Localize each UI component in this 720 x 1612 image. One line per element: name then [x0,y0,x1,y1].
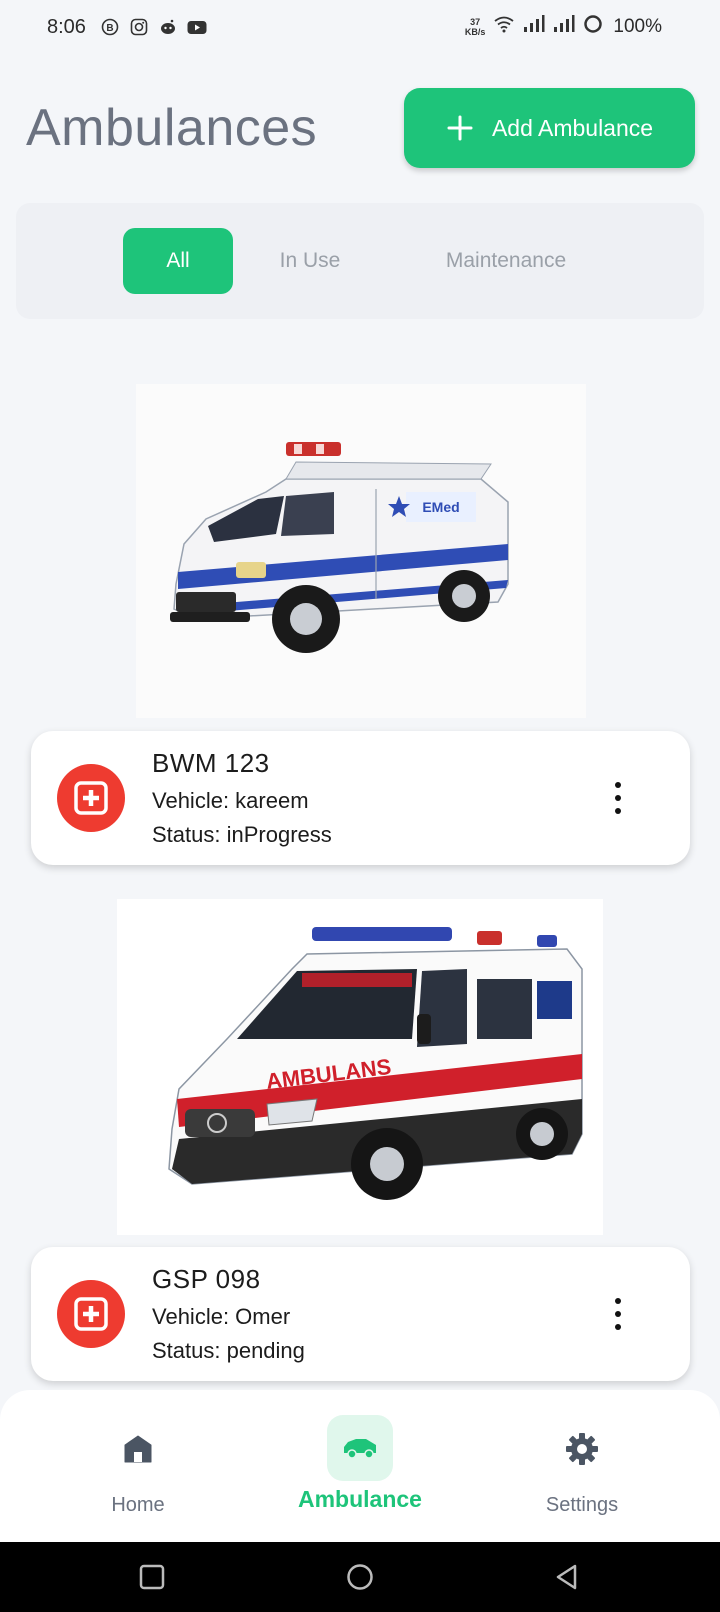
nav-home-label: Home [111,1494,165,1516]
gear-icon [549,1416,615,1482]
status-bar: 8:06 B 37 KB/s 100% [0,0,720,56]
youtube-icon [187,17,207,37]
battery-percent: 100% [613,15,662,37]
medical-cross-icon [57,764,125,832]
ambulance-card[interactable]: BWM 123 Vehicle: kareem Status: inProgre… [31,731,690,865]
status-time: 8:06 [47,16,86,38]
signal-icon-2 [553,15,575,38]
more-options-icon[interactable] [608,1298,628,1330]
tab-all[interactable]: All [123,228,233,294]
page-title: Ambulances [26,99,318,157]
ambulance-plate: BWM 123 [152,748,270,778]
svg-text:B: B [106,23,113,34]
ambulance-icon [327,1415,393,1481]
bottom-navigation: Home Ambulance Settings [0,1390,720,1542]
ambulance-vehicle: Vehicle: kareem [152,788,309,813]
ambulance-plate: GSP 098 [152,1264,261,1294]
signal-icon [523,15,545,38]
tab-maintenance[interactable]: Maintenance [416,228,596,294]
more-options-icon[interactable] [608,782,628,814]
recents-icon[interactable] [137,1562,167,1592]
nav-ambulance-label: Ambulance [298,1486,422,1512]
nav-settings-label: Settings [545,1494,619,1516]
ambulance-card[interactable]: GSP 098 Vehicle: Omer Status: pending [31,1247,690,1381]
network-speed: 37 KB/s [464,16,486,37]
battery-ring-icon [583,14,603,39]
ambulance-vehicle: Vehicle: Omer [152,1304,291,1329]
ambulance-status: Status: inProgress [152,822,332,847]
ambulance-status: Status: pending [152,1338,305,1363]
plus-icon [446,114,474,142]
instagram-icon [129,17,149,37]
add-ambulance-label: Add Ambulance [491,114,654,141]
svg-text:EMed: EMed [422,499,459,515]
nav-ambulance[interactable]: Ambulance [280,1390,440,1542]
wifi-icon [493,15,515,38]
nav-settings[interactable]: Settings [522,1390,642,1542]
system-navigation-bar [0,1542,720,1612]
nav-home[interactable]: Home [88,1390,188,1542]
filter-tabs: All In Use Maintenance [16,203,704,319]
b-icon: B [100,17,120,37]
notification-icons: B [100,17,207,37]
reddit-icon [158,17,178,37]
ambulance-photo: AMBULANS [117,899,603,1235]
add-ambulance-button[interactable]: Add Ambulance [404,88,695,168]
home-circle-icon[interactable] [345,1562,375,1592]
tab-in-use[interactable]: In Use [262,228,358,294]
medical-cross-icon [57,1280,125,1348]
home-icon [105,1416,171,1482]
back-icon[interactable] [552,1562,582,1592]
ambulance-photo: EMed [136,384,586,718]
status-indicators: 37 KB/s 100% [465,14,662,39]
